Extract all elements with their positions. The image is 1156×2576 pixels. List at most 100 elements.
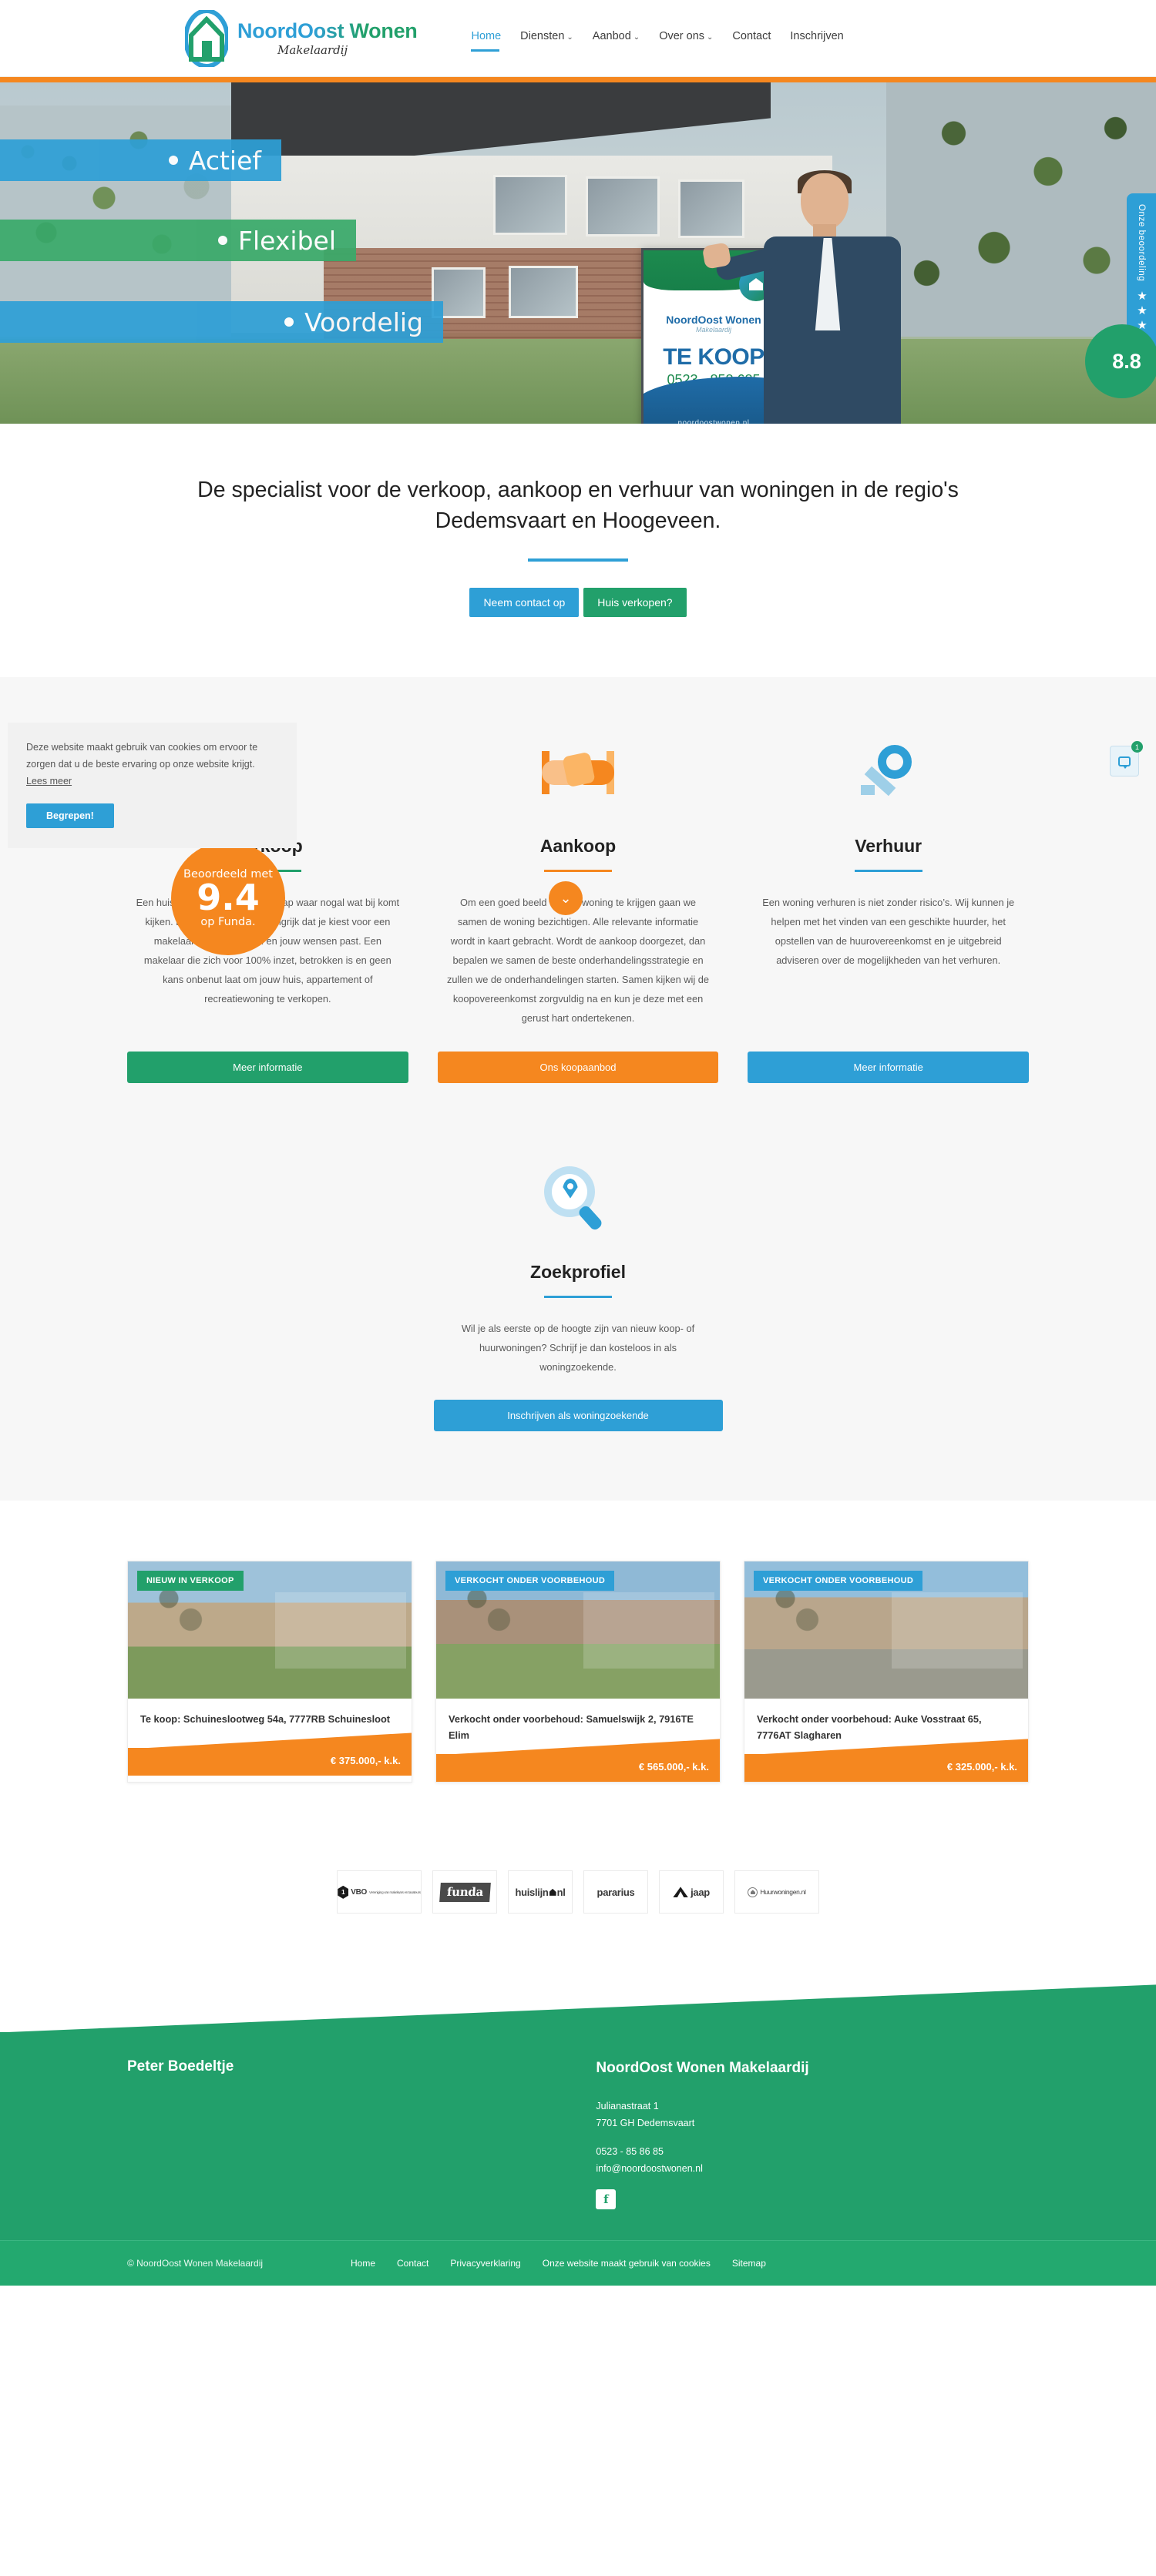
house-logo-icon bbox=[183, 8, 230, 69]
nav-item-contact[interactable]: Contact bbox=[732, 30, 771, 46]
footer-email[interactable]: info@noordoostwonen.nl bbox=[596, 2163, 702, 2174]
handshake-icon bbox=[438, 731, 719, 816]
cookie-accept-button[interactable]: Begrepen! bbox=[26, 803, 114, 828]
service-more-info-button[interactable]: Meer informatie bbox=[127, 1051, 408, 1083]
partner-logos-row: 1 VBO Vereniging van makelaars en taxate… bbox=[0, 1870, 1156, 1914]
footer-phone[interactable]: 0523 - 85 86 85 bbox=[596, 2146, 664, 2157]
service-underline bbox=[854, 869, 922, 872]
service-description: Een woning verhuren is niet zonder risic… bbox=[762, 896, 1015, 966]
rating-tab-label: Onze beoordeling bbox=[1137, 204, 1146, 282]
chevron-down-icon: ⌄ bbox=[633, 33, 640, 42]
hero-window bbox=[493, 175, 567, 235]
service-card-verhuur: Verhuur Een woning verhuren is niet zond… bbox=[748, 731, 1030, 1083]
hero-window bbox=[509, 266, 578, 318]
footer-link-home[interactable]: Home bbox=[351, 2258, 375, 2269]
page-title: De specialist voor de verkoop, aankoop e… bbox=[197, 478, 959, 534]
status-badge: NIEUW IN VERKOOP bbox=[137, 1571, 244, 1592]
chevron-down-icon: ⌄ bbox=[560, 890, 572, 906]
listing-title: Verkocht onder voorbehoud: Auke Vosstraa… bbox=[757, 1713, 982, 1741]
chat-unread-count: 1 bbox=[1131, 741, 1143, 753]
listing-card[interactable]: NIEUW IN VERKOOP Te koop: Schuineslootwe… bbox=[127, 1561, 412, 1783]
listing-price: € 375.000,- k.k. bbox=[128, 1748, 412, 1776]
bullet-dot-icon bbox=[168, 156, 178, 165]
hero-window bbox=[678, 179, 744, 238]
funda-badge-score: 9.4 bbox=[197, 877, 260, 919]
service-description: Wil je als eerste op de hoogte zijn van … bbox=[461, 1322, 695, 1373]
title-underline bbox=[528, 558, 628, 562]
cookie-consent-banner: Deze website maakt gebruik van cookies o… bbox=[8, 723, 297, 848]
service-title: Zoekprofiel bbox=[530, 1261, 626, 1282]
listing-card[interactable]: VERKOCHT ONDER VOORBEHOUD Verkocht onder… bbox=[744, 1561, 1029, 1783]
house-icon bbox=[549, 1888, 556, 1896]
nav-item-aanbod[interactable]: Aanbod ⌄ bbox=[593, 30, 640, 46]
listing-photo: VERKOCHT ONDER VOORBEHOUD bbox=[436, 1561, 720, 1699]
footer-wedge-decoration bbox=[0, 1984, 1156, 2033]
partner-logo-jaap[interactable]: jaap bbox=[659, 1870, 724, 1914]
footer-link-contact[interactable]: Contact bbox=[397, 2258, 428, 2269]
service-card-zoekprofiel: Zoekprofiel Wil je als eerste op de hoog… bbox=[433, 1157, 723, 1432]
service-buy-offer-button[interactable]: Ons koopaanbod bbox=[437, 1051, 719, 1083]
site-logo[interactable]: NoordOost Wonen Makelaardij bbox=[183, 8, 418, 69]
partner-logo-pararius[interactable]: pararius bbox=[583, 1870, 648, 1914]
listing-card[interactable]: VERKOCHT ONDER VOORBEHOUD Verkocht onder… bbox=[435, 1561, 721, 1783]
nav-item-inschrijven[interactable]: Inschrijven bbox=[790, 30, 843, 46]
listing-title: Te koop: Schuineslootweg 54a, 7777RB Sch… bbox=[140, 1713, 391, 1726]
chevron-down-icon: ⌄ bbox=[707, 33, 714, 42]
listing-price: € 325.000,- k.k. bbox=[744, 1754, 1028, 1783]
chevron-down-icon: ⌄ bbox=[566, 33, 573, 42]
chat-widget-button[interactable]: 1 bbox=[1110, 741, 1143, 776]
bullet-dot-icon bbox=[218, 236, 227, 245]
nav-item-over-ons[interactable]: Over ons ⌄ bbox=[659, 30, 713, 46]
footer-contact: 0523 - 85 86 85 info@noordoostwonen.nl bbox=[596, 2144, 1029, 2177]
jaap-mark-icon bbox=[673, 1887, 689, 1898]
nav-item-diensten[interactable]: Diensten ⌄ bbox=[520, 30, 573, 46]
sell-house-button[interactable]: Huis verkopen? bbox=[583, 587, 687, 617]
hero-slogan-flexibel: Flexibel bbox=[0, 220, 356, 261]
service-underline bbox=[544, 869, 612, 872]
bullet-dot-icon bbox=[284, 317, 294, 327]
rating-score-badge: 8.8 bbox=[1085, 324, 1156, 398]
partner-logo-vbo[interactable]: 1 VBO Vereniging van makelaars en taxate… bbox=[337, 1870, 422, 1914]
hero-trees-right bbox=[886, 82, 1156, 337]
partner-logo-funda[interactable]: funda bbox=[432, 1870, 497, 1914]
footer-bottom-bar: © NoordOost Wonen Makelaardij Home Conta… bbox=[0, 2240, 1156, 2286]
logo-main-text: NoordOost Wonen bbox=[237, 18, 418, 42]
footer-link-privacy[interactable]: Privacyverklaring bbox=[450, 2258, 520, 2269]
cookie-read-more-link[interactable]: Lees meer bbox=[26, 776, 72, 787]
partner-logos-section: 1 VBO Vereniging van makelaars en taxate… bbox=[0, 1844, 1156, 1985]
house-circle-icon bbox=[748, 1887, 758, 1897]
status-badge: VERKOCHT ONDER VOORBEHOUD bbox=[445, 1571, 615, 1592]
listing-price: € 565.000,- k.k. bbox=[436, 1754, 720, 1783]
service-title: Verhuur bbox=[855, 835, 922, 856]
nav-item-home[interactable]: Home bbox=[471, 30, 501, 52]
service-more-info-button[interactable]: Meer informatie bbox=[748, 1051, 1030, 1083]
partner-logo-huurwoningen[interactable]: Huurwoningen.nl bbox=[734, 1870, 819, 1914]
homepage: NoordOost Wonen Makelaardij Home Dienste… bbox=[0, 0, 1156, 2286]
partner-logo-vbo-sub: Vereniging van makelaars en taxateurs bbox=[369, 1890, 421, 1894]
copyright-text: © NoordOost Wonen Makelaardij bbox=[127, 2258, 264, 2269]
register-seeker-button[interactable]: Inschrijven als woningzoekende bbox=[433, 1400, 723, 1432]
agent-photo bbox=[701, 170, 906, 424]
footer-column-right: NoordOost Wonen Makelaardij Julianastraa… bbox=[596, 2058, 1029, 2210]
footer-link-cookies[interactable]: Onze website maakt gebruik van cookies bbox=[543, 2258, 711, 2269]
site-header: NoordOost Wonen Makelaardij Home Dienste… bbox=[0, 0, 1156, 77]
agent-head bbox=[801, 173, 849, 230]
scroll-down-button[interactable]: ⌄ bbox=[549, 881, 583, 915]
footer-links: Home Contact Privacyverklaring Onze webs… bbox=[351, 2258, 766, 2269]
contact-button[interactable]: Neem contact op bbox=[469, 587, 580, 617]
footer-link-sitemap[interactable]: Sitemap bbox=[732, 2258, 766, 2269]
hero-lawn bbox=[0, 339, 1156, 424]
logo-sub-text: Makelaardij bbox=[277, 42, 348, 57]
hero-banner: NoordOost Wonen Makelaardij TE KOOP 0523… bbox=[0, 77, 1156, 424]
partner-logo-huislijn[interactable]: huislijn nl bbox=[508, 1870, 573, 1914]
service-title: Aankoop bbox=[539, 835, 617, 856]
facebook-icon[interactable]: f bbox=[596, 2189, 617, 2210]
search-location-icon bbox=[434, 1157, 723, 1242]
service-description: Om een goed beeld van de woning te krijg… bbox=[446, 896, 710, 1024]
site-footer: Peter Boedeltje NoordOost Wonen Makelaar… bbox=[0, 2032, 1156, 2241]
footer-address: Julianastraat 1 7701 GH Dedemsvaart bbox=[596, 2101, 695, 2128]
listing-title: Verkocht onder voorbehoud: Samuelswijk 2… bbox=[449, 1713, 694, 1741]
vbo-hex-icon: 1 bbox=[338, 1885, 349, 1899]
footer-company-name: NoordOost Wonen Makelaardij bbox=[596, 2060, 809, 2077]
footer-column-left: Peter Boedeltje bbox=[127, 2058, 596, 2209]
